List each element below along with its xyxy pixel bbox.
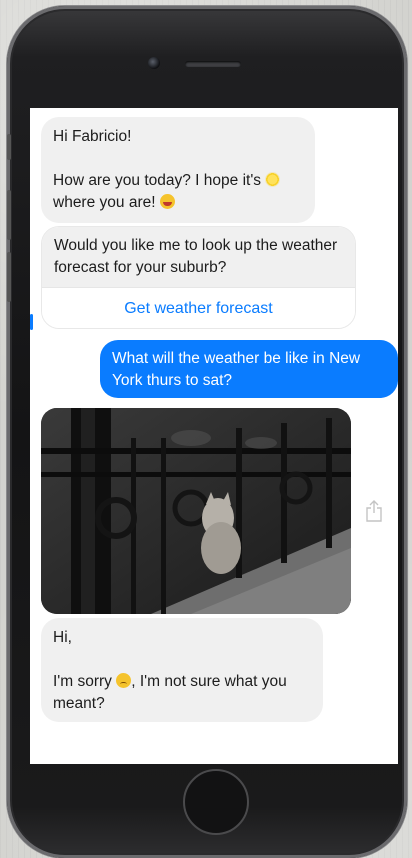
grin-emoji-icon bbox=[159, 194, 175, 209]
photo-attachment[interactable] bbox=[41, 408, 351, 614]
volume-up-button bbox=[7, 190, 11, 240]
weather-prompt-card: Would you like me to look up the weather… bbox=[41, 226, 356, 329]
bot-greeting-bubble: Hi Fabricio! How are you today? I hope i… bbox=[41, 117, 315, 223]
sad-emoji-icon bbox=[116, 673, 132, 688]
bot-reply-bubble: Hi, I'm sorry , I'm not sure what you me… bbox=[41, 618, 323, 722]
chat-screen: Hi Fabricio! How are you today? I hope i… bbox=[30, 108, 398, 764]
cat-photo-image bbox=[41, 408, 351, 614]
reply-greeting: Hi, bbox=[53, 629, 72, 646]
home-button[interactable] bbox=[183, 769, 249, 835]
greeting-body: How are you today? I hope it's where you… bbox=[53, 170, 303, 214]
reply-body: I'm sorry , I'm not sure what you meant? bbox=[53, 673, 287, 712]
earpiece-speaker bbox=[185, 61, 241, 67]
share-icon[interactable] bbox=[365, 500, 383, 522]
weather-prompt-text: Would you like me to look up the weather… bbox=[42, 227, 355, 287]
front-camera bbox=[148, 57, 160, 69]
get-weather-forecast-button[interactable]: Get weather forecast bbox=[42, 287, 355, 328]
sun-emoji-icon bbox=[265, 172, 281, 187]
message-marker bbox=[30, 314, 33, 330]
volume-down-button bbox=[7, 252, 11, 302]
user-message-bubble: What will the weather be like in New Yor… bbox=[100, 340, 398, 398]
greeting-line: Hi Fabricio! bbox=[53, 128, 132, 145]
mute-switch bbox=[7, 134, 11, 160]
